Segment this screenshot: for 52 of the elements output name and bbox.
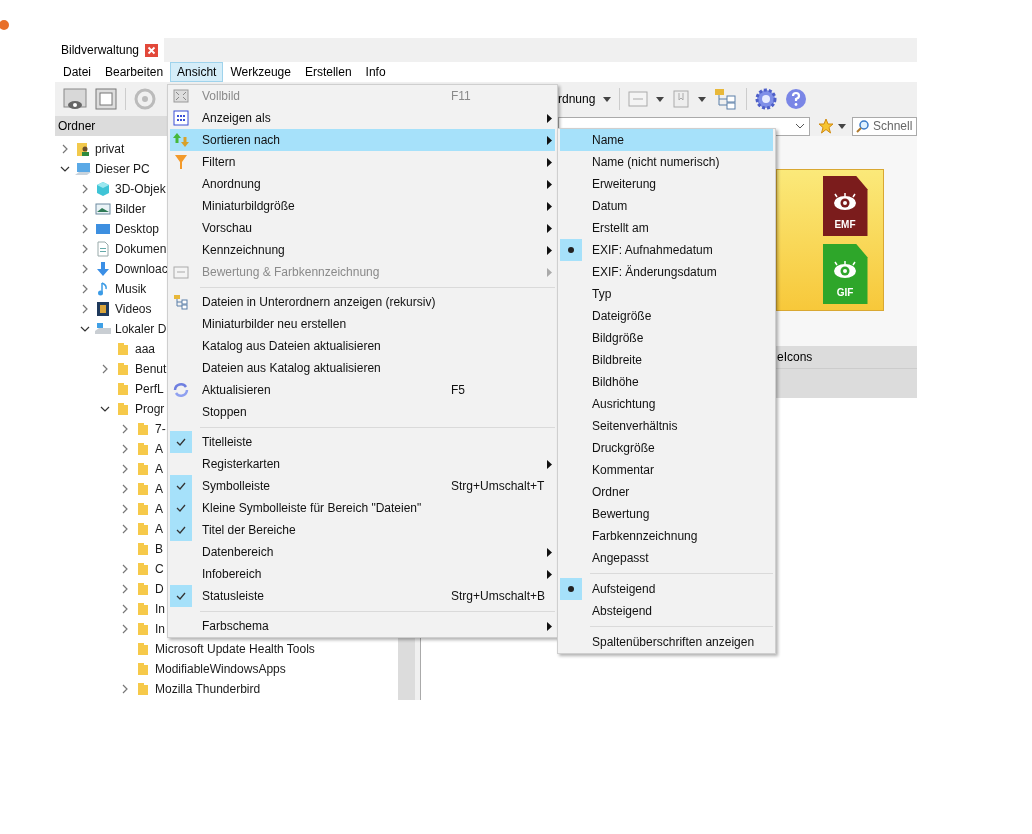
menu-item-label: Aktualisieren xyxy=(202,382,272,399)
menu-item-label: Titel der Bereiche xyxy=(202,522,297,539)
menu-item-label: Farbschema xyxy=(202,618,270,635)
menu-item-label: Registerkarten xyxy=(202,456,282,473)
file-type-label: EMF xyxy=(834,218,856,232)
menu-item-label: Filtern xyxy=(202,154,237,171)
menu-item-label: Typ xyxy=(592,286,612,303)
menu-item-label: Vorschau xyxy=(202,220,254,237)
folder-caption: eIcons xyxy=(777,349,813,366)
menu-item-label: Kommentar xyxy=(592,462,655,479)
menu-item-label: Dateien aus Katalog aktualisieren xyxy=(202,360,382,377)
menu-item-label: Aufsteigend xyxy=(592,581,656,598)
menu-item-label: Bildgröße xyxy=(592,330,644,347)
menu-item-label: Kleine Symbolleiste für Bereich "Dateien" xyxy=(202,500,423,517)
menu-item-label: Farbkennzeichnung xyxy=(592,528,698,545)
menu-item-label: Bewertung xyxy=(592,506,650,523)
menu-item-label: EXIF: Änderungsdatum xyxy=(592,264,717,281)
menu-item-label: Angepasst xyxy=(592,550,649,567)
shortcut-label: Strg+Umschalt+B xyxy=(451,588,547,605)
menu-item-label: EXIF: Aufnahmedatum xyxy=(592,242,713,259)
menu-item-label: Bildhöhe xyxy=(592,374,639,391)
menu-item-label: Druckgröße xyxy=(592,440,655,457)
menu-item-label: Name (nicht numerisch) xyxy=(592,154,720,171)
menu-item-label: Ausrichtung xyxy=(592,396,656,413)
menu-item-label: Spaltenüberschriften anzeigen xyxy=(592,634,755,651)
menu-item-label: Kennzeichnung xyxy=(202,242,286,259)
menu-item-label: Datenbereich xyxy=(202,544,275,561)
file-type-label: GIF xyxy=(836,286,854,300)
menu-item-label: Erweiterung xyxy=(592,176,657,193)
menu-item-label: Seitenverhältnis xyxy=(592,418,678,435)
menu-item-label: Ordner xyxy=(592,484,630,501)
menu-item-label: Anordnung xyxy=(202,176,262,193)
menu-item-label: Katalog aus Dateien aktualisieren xyxy=(202,338,382,355)
menu-item-label: Name xyxy=(592,132,624,149)
menu-item-label: Bewertung & Farbkennzeichnung xyxy=(202,264,381,281)
shortcut-label: F5 xyxy=(451,382,466,399)
menu-item-label: Symbolleiste xyxy=(202,478,272,495)
menu-item-label: Statusleiste xyxy=(202,588,266,605)
menu-item-label: Infobereich xyxy=(202,566,263,583)
menu-item-label: Miniaturbildgröße xyxy=(202,198,296,215)
menu-item-label: Absteigend xyxy=(592,603,653,620)
menu-item-label: Dateigröße xyxy=(592,308,652,325)
menu-item-label: Datum xyxy=(592,198,628,215)
shortcut-label: Strg+Umschalt+T xyxy=(451,478,546,495)
shortcut-label: F11 xyxy=(451,88,472,105)
menu-item-label: Dateien in Unterordnern anzeigen (rekursiv) xyxy=(202,294,437,311)
menu-item-label: Titelleiste xyxy=(202,434,254,451)
menu-item-label: Vollbild xyxy=(202,88,242,105)
menu-item-label: Stoppen xyxy=(202,404,248,421)
menu-item-label: Erstellt am xyxy=(592,220,649,237)
menu-item-label: Miniaturbilder neu erstellen xyxy=(202,316,348,333)
menu-item-label: Bildbreite xyxy=(592,352,643,369)
